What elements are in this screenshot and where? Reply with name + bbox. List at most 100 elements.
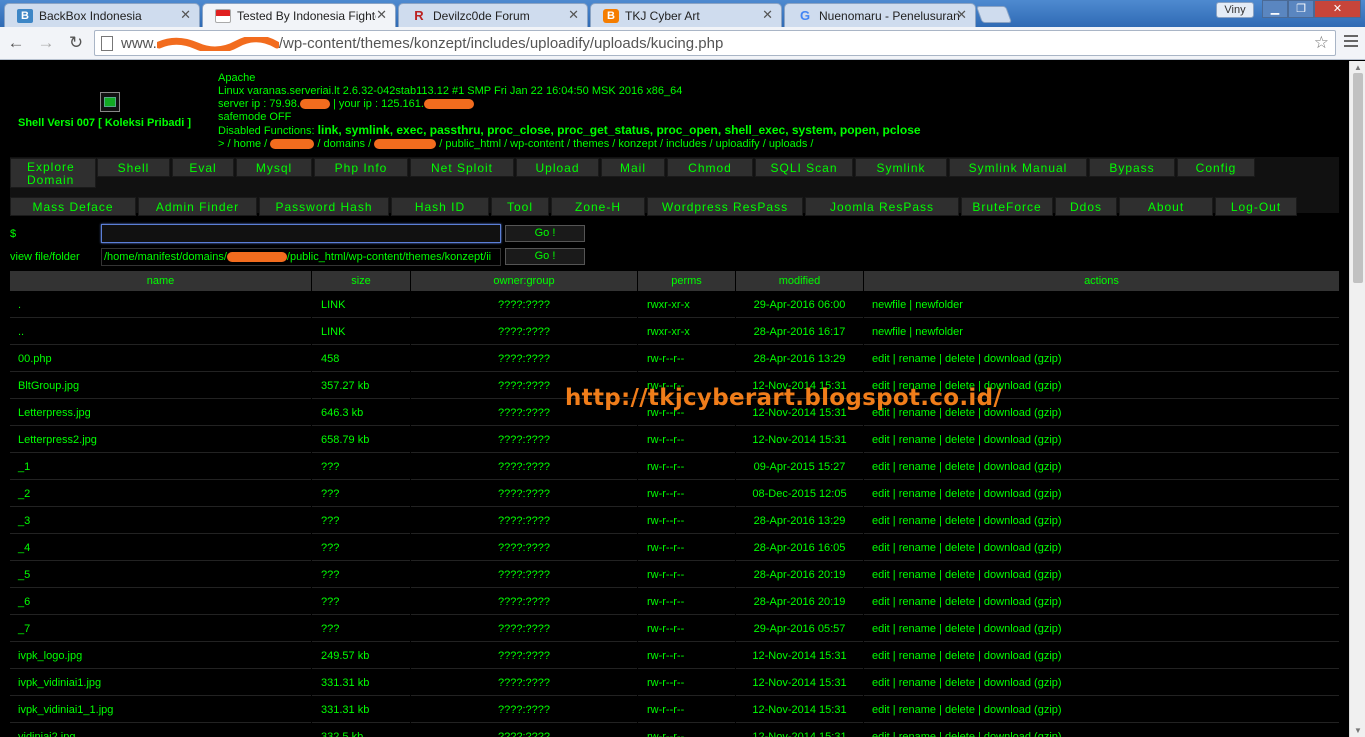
scroll-down-arrow-icon[interactable]: ▼ — [1353, 726, 1363, 735]
menu-chmod[interactable]: Chmod — [667, 158, 753, 177]
menu-bruteforce[interactable]: BruteForce — [961, 197, 1053, 216]
reload-icon[interactable]: ↻ — [66, 33, 86, 53]
file-perms[interactable]: rw-r--r-- — [638, 589, 735, 615]
file-perms[interactable]: rw-r--r-- — [638, 427, 735, 453]
minimize-icon[interactable]: ▁ — [1262, 0, 1288, 18]
file-actions[interactable]: edit | rename | delete | download (gzip) — [864, 616, 1339, 642]
menu-sqli-scan[interactable]: SQLI Scan — [755, 158, 853, 177]
file-perms[interactable]: rw-r--r-- — [638, 562, 735, 588]
menu-explore-domain[interactable]: Explore Domain — [10, 158, 96, 188]
view-go-button[interactable]: Go ! — [505, 248, 585, 265]
file-perms[interactable]: rw-r--r-- — [638, 724, 735, 737]
file-name-link[interactable]: _4 — [10, 535, 311, 561]
hamburger-menu-icon[interactable] — [1344, 35, 1358, 49]
close-window-icon[interactable]: ✕ — [1314, 0, 1361, 18]
file-actions[interactable]: edit | rename | delete | download (gzip) — [864, 697, 1339, 723]
current-path[interactable]: > / home / / domains / / public_html / w… — [218, 138, 921, 151]
file-actions[interactable]: edit | rename | delete | download (gzip) — [864, 643, 1339, 669]
menu-mass-deface[interactable]: Mass Deface — [10, 197, 136, 216]
close-icon[interactable]: ✕ — [376, 7, 387, 23]
file-perms[interactable]: rw-r--r-- — [638, 508, 735, 534]
file-actions[interactable]: edit | rename | delete | download (gzip) — [864, 454, 1339, 480]
back-arrow-icon[interactable]: ← — [6, 33, 26, 53]
menu-admin-finder[interactable]: Admin Finder — [138, 197, 257, 216]
file-actions[interactable]: newfile | newfolder — [864, 319, 1339, 345]
file-name-link[interactable]: 00.php — [10, 346, 311, 372]
view-path-input[interactable]: /home/manifest/domains//public_html/wp-c… — [101, 248, 501, 266]
file-name-link[interactable]: vidiniai2.jpg — [10, 724, 311, 737]
menu-symlink[interactable]: Symlink — [855, 158, 947, 177]
file-actions[interactable]: edit | rename | delete | download (gzip) — [864, 724, 1339, 737]
menu-mail[interactable]: Mail — [601, 158, 665, 177]
menu-about[interactable]: About — [1119, 197, 1213, 216]
menu-password-hash[interactable]: Password Hash — [259, 197, 389, 216]
maximize-icon[interactable]: ❐ — [1288, 0, 1314, 18]
menu-config[interactable]: Config — [1177, 158, 1255, 177]
menu-joomla-respass[interactable]: Joomla ResPass — [805, 197, 959, 216]
menu-symlink-manual[interactable]: Symlink Manual — [949, 158, 1087, 177]
menu-log-out[interactable]: Log-Out — [1215, 197, 1297, 216]
command-go-button[interactable]: Go ! — [505, 225, 585, 242]
file-name-link[interactable]: Letterpress2.jpg — [10, 427, 311, 453]
scrollbar-thumb[interactable] — [1353, 73, 1363, 283]
menu-wordpress-respass[interactable]: Wordpress ResPass — [647, 197, 803, 216]
file-name-link[interactable]: _6 — [10, 589, 311, 615]
file-name-link[interactable]: ivpk_logo.jpg — [10, 643, 311, 669]
address-bar[interactable]: www./wp-content/themes/konzept/includes/… — [94, 30, 1336, 56]
menu-tool[interactable]: Tool — [491, 197, 549, 216]
forward-arrow-icon[interactable]: → — [36, 33, 56, 53]
file-actions[interactable]: edit | rename | delete | download (gzip) — [864, 589, 1339, 615]
tab-tkj-cyber-art[interactable]: B TKJ Cyber Art ✕ — [590, 3, 782, 27]
file-actions[interactable]: edit | rename | delete | download (gzip) — [864, 535, 1339, 561]
file-perms[interactable]: rw-r--r-- — [638, 481, 735, 507]
file-name-link[interactable]: _1 — [10, 454, 311, 480]
menu-bypass[interactable]: Bypass — [1089, 158, 1175, 177]
file-name-link[interactable]: _2 — [10, 481, 311, 507]
file-name-link[interactable]: _3 — [10, 508, 311, 534]
file-actions[interactable]: edit | rename | delete | download (gzip) — [864, 670, 1339, 696]
file-perms[interactable]: rw-r--r-- — [638, 697, 735, 723]
file-perms[interactable]: rwxr-xr-x — [638, 292, 735, 318]
menu-mysql[interactable]: Mysql — [236, 158, 312, 177]
file-name-link[interactable]: Letterpress.jpg — [10, 400, 311, 426]
file-actions[interactable]: edit | rename | delete | download (gzip) — [864, 508, 1339, 534]
file-perms[interactable]: rw-r--r-- — [638, 454, 735, 480]
new-tab-button[interactable] — [975, 6, 1013, 23]
file-actions[interactable]: edit | rename | delete | download (gzip) — [864, 346, 1339, 372]
menu-shell[interactable]: Shell — [97, 158, 170, 177]
file-name-link[interactable]: . — [10, 292, 311, 318]
file-actions[interactable]: edit | rename | delete | download (gzip) — [864, 481, 1339, 507]
file-name-link[interactable]: ivpk_vidiniai1.jpg — [10, 670, 311, 696]
file-name-link[interactable]: ivpk_vidiniai1_1.jpg — [10, 697, 311, 723]
file-perms[interactable]: rwxr-xr-x — [638, 319, 735, 345]
vertical-scrollbar[interactable]: ▲ ▼ — [1349, 61, 1365, 737]
close-icon[interactable]: ✕ — [762, 7, 773, 23]
file-name-link[interactable]: .. — [10, 319, 311, 345]
menu-upload[interactable]: Upload — [516, 158, 599, 177]
file-name-link[interactable]: _7 — [10, 616, 311, 642]
menu-hash-id[interactable]: Hash ID — [391, 197, 489, 216]
command-input[interactable] — [101, 224, 501, 243]
file-perms[interactable]: rw-r--r-- — [638, 670, 735, 696]
file-perms[interactable]: rw-r--r-- — [638, 346, 735, 372]
file-name-link[interactable]: BltGroup.jpg — [10, 373, 311, 399]
file-perms[interactable]: rw-r--r-- — [638, 535, 735, 561]
file-name-link[interactable]: _5 — [10, 562, 311, 588]
file-actions[interactable]: edit | rename | delete | download (gzip) — [864, 562, 1339, 588]
tab-tested-by[interactable]: Tested By Indonesia Fighte ✕ — [202, 3, 396, 27]
scroll-up-arrow-icon[interactable]: ▲ — [1353, 63, 1363, 72]
menu-zone-h[interactable]: Zone-H — [551, 197, 645, 216]
close-icon[interactable]: ✕ — [568, 7, 579, 23]
menu-net-sploit[interactable]: Net Sploit — [410, 158, 514, 177]
menu-php-info[interactable]: Php Info — [314, 158, 408, 177]
tab-backbox[interactable]: B BackBox Indonesia ✕ — [4, 3, 200, 27]
file-perms[interactable]: rw-r--r-- — [638, 643, 735, 669]
file-perms[interactable]: rw-r--r-- — [638, 616, 735, 642]
bookmark-star-icon[interactable]: ☆ — [1314, 33, 1329, 53]
profile-badge[interactable]: Viny — [1216, 2, 1254, 18]
tab-nuenomaru[interactable]: G Nuenomaru - Penelusuran ✕ — [784, 3, 976, 27]
menu-eval[interactable]: Eval — [172, 158, 234, 177]
close-icon[interactable]: ✕ — [180, 7, 191, 23]
close-icon[interactable]: ✕ — [956, 7, 967, 23]
file-actions[interactable]: edit | rename | delete | download (gzip) — [864, 427, 1339, 453]
